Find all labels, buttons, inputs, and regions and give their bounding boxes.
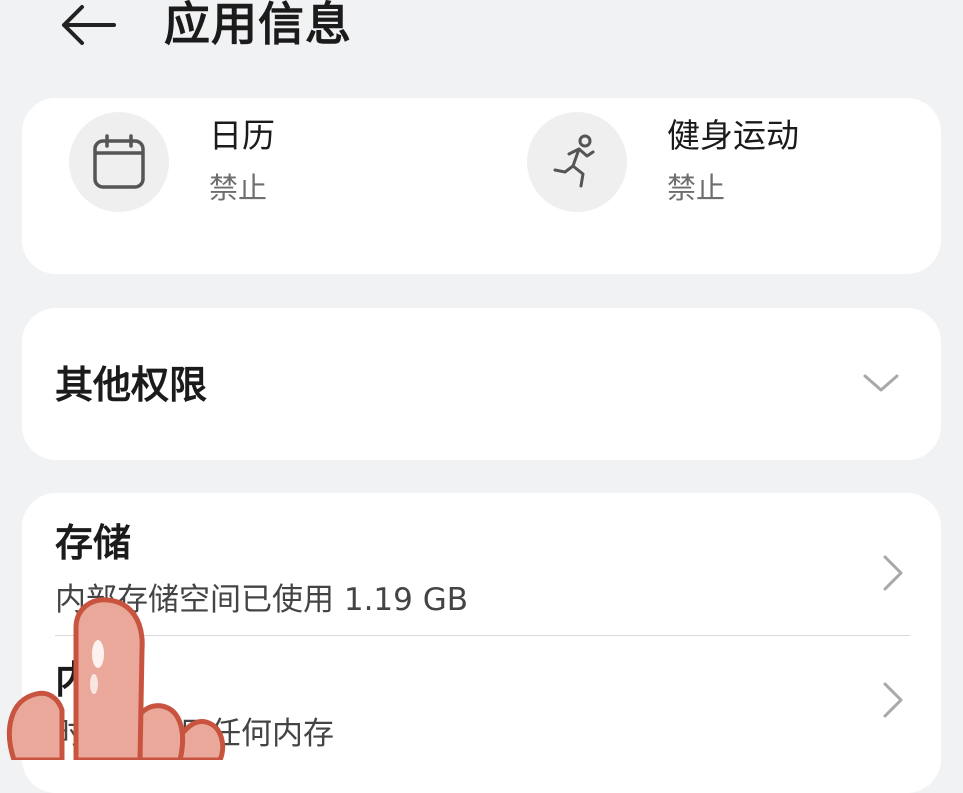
arrow-left-icon — [62, 5, 116, 45]
permission-name: 日历 — [209, 116, 275, 155]
chevron-down-icon — [863, 374, 899, 392]
memory-row[interactable]: 内 时内未使用任何内存 — [22, 636, 941, 776]
back-button[interactable] — [56, 0, 120, 50]
other-permissions-label: 其他权限 — [55, 363, 208, 407]
other-permissions-row[interactable]: 其他权限 — [22, 308, 941, 460]
chevron-right-icon — [883, 682, 903, 718]
app-bar: 应用信息 — [0, 0, 963, 70]
page-title: 应用信息 — [164, 0, 352, 51]
storage-usage: 内部存储空间已使用 1.19 GB — [55, 582, 469, 618]
other-permissions-card: 其他权限 — [22, 308, 941, 460]
storage-card: 存储 内部存储空间已使用 1.19 GB 内 时内未使用任何内存 — [22, 493, 941, 793]
calendar-icon-badge — [69, 112, 169, 212]
storage-row[interactable]: 存储 内部存储空间已使用 1.19 GB — [22, 493, 941, 635]
chevron-right-icon — [883, 555, 903, 591]
permission-calendar[interactable]: 日历 禁止 — [69, 112, 489, 222]
permissions-card: 日历 禁止 健身运动 禁止 — [22, 98, 941, 274]
memory-usage: 时内未使用任何内存 — [55, 716, 334, 752]
memory-title: 内 — [55, 658, 94, 702]
permission-name: 健身运动 — [667, 116, 799, 155]
permission-status: 禁止 — [209, 171, 268, 205]
calendar-icon — [93, 134, 145, 189]
running-person-icon — [553, 134, 595, 188]
permission-status: 禁止 — [667, 171, 726, 205]
running-icon-badge — [527, 112, 627, 212]
storage-title: 存储 — [55, 521, 132, 565]
permission-fitness[interactable]: 健身运动 禁止 — [527, 112, 927, 222]
